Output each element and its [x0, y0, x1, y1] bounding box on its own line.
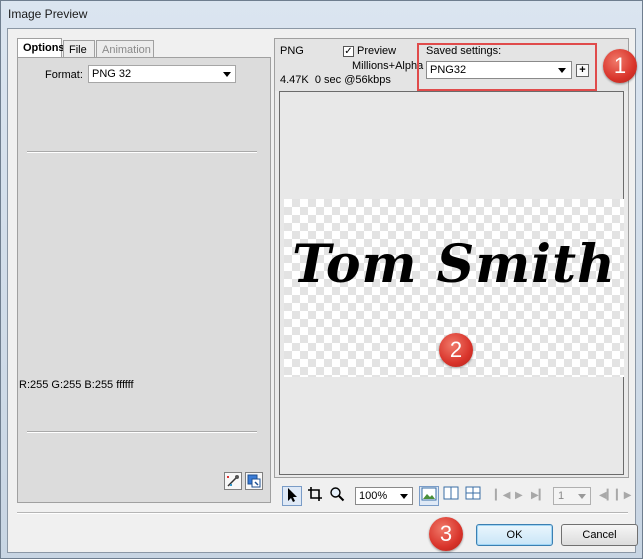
next-frame-icon[interactable]: ▎▶ [616, 490, 631, 501]
zoom-value: 100% [359, 490, 388, 502]
zoom-tool[interactable] [327, 486, 347, 506]
format-value: PNG 32 [92, 68, 132, 80]
chevron-down-icon [223, 72, 231, 77]
format-label: Format: [45, 69, 83, 81]
callout-badge-3: 3 [429, 517, 463, 551]
footer-divider [17, 512, 628, 514]
four-up-view-button[interactable] [463, 486, 483, 506]
color-swap-icon [247, 474, 261, 488]
chevron-down-icon [400, 494, 408, 499]
chevron-down-icon [578, 494, 586, 499]
cancel-button[interactable]: Cancel [561, 524, 638, 546]
window-title: Image Preview [8, 7, 88, 21]
dialog-body: Options File Animation Format: PNG 32 R:… [7, 28, 638, 553]
callout-badge-2: 2 [439, 333, 473, 367]
zoom-icon [330, 487, 345, 502]
file-stats: 4.47K 0 sec @56kbps [280, 74, 391, 86]
preview-toolbar: 100% ▎◀ ▶ ▶▎ 1 ◀▎ ▎▶ [274, 482, 631, 508]
color-mode-label: Millions+Alpha [352, 60, 424, 72]
format-name: PNG [280, 45, 304, 57]
image-preview-dialog: Image Preview Options File Animation For… [0, 0, 643, 559]
crop-icon [308, 487, 322, 501]
preview-label: Preview [357, 45, 397, 57]
preview-panel: PNG ✓ Preview Millions+Alpha 4.47K 0 sec… [274, 38, 629, 478]
last-frame-icon[interactable]: ▶▎ [531, 490, 546, 501]
callout-badge-1: 1 [603, 49, 637, 83]
image-canvas[interactable]: Tom Smith [279, 91, 624, 475]
crop-tool[interactable] [305, 486, 325, 506]
eyedropper-icon [227, 475, 239, 487]
pointer-tool[interactable] [282, 486, 302, 506]
play-icon[interactable]: ▶ [515, 490, 523, 501]
color-swap-button[interactable] [245, 472, 263, 490]
frame-value: 1 [558, 490, 565, 502]
eyedropper-button[interactable] [224, 472, 242, 490]
divider-top [27, 151, 257, 153]
color-readout: R:255 G:255 B:255 ffffff [19, 379, 134, 391]
pointer-icon [288, 488, 297, 502]
divider-bottom [27, 431, 257, 433]
two-up-view-button[interactable] [441, 486, 461, 506]
options-panel: Format: PNG 32 R:255 G:255 B:255 ffffff [17, 57, 271, 503]
format-dropdown[interactable]: PNG 32 [88, 65, 236, 83]
two-up-view-icon [443, 486, 459, 500]
tab-options[interactable]: Options [17, 38, 65, 59]
zoom-dropdown[interactable]: 100% [355, 487, 413, 505]
preview-info-bar: PNG ✓ Preview Millions+Alpha 4.47K 0 sec… [275, 39, 628, 91]
four-up-view-icon [465, 486, 481, 500]
single-view-button[interactable] [419, 486, 439, 506]
ok-button[interactable]: OK [476, 524, 553, 546]
frame-dropdown[interactable]: 1 [553, 487, 591, 505]
first-frame-icon[interactable]: ▎◀ [495, 490, 510, 501]
title-bar[interactable]: Image Preview [1, 1, 642, 27]
prev-frame-icon[interactable]: ◀▎ [599, 490, 614, 501]
signature-image: Tom Smith [292, 234, 616, 295]
preview-checkbox[interactable]: ✓ [343, 46, 354, 57]
single-view-icon [421, 487, 437, 501]
callout-highlight-box [417, 43, 597, 91]
